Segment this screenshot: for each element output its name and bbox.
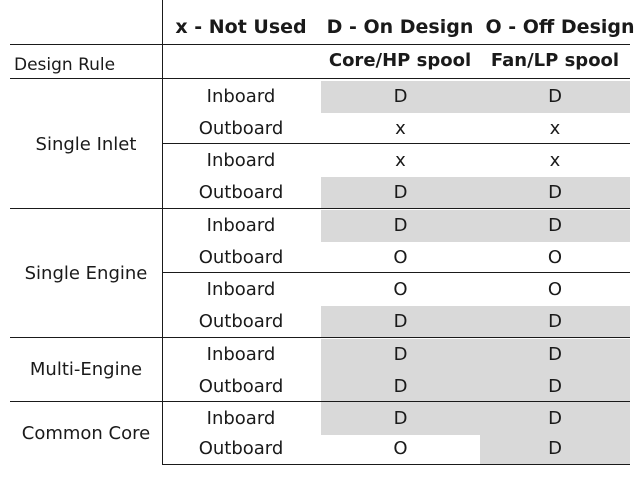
core-value-cell: D (321, 306, 480, 338)
position-cell: Outboard (198, 182, 284, 203)
column-divider (162, 0, 163, 464)
fan-value-cell: D (480, 339, 630, 371)
fan-value-cell: D (480, 210, 630, 242)
core-spool-header: Core/HP spool (328, 50, 472, 71)
fan-spool-header: Fan/LP spool (490, 50, 620, 71)
position-cell: Inboard (206, 86, 276, 107)
row-divider-inlet (162, 143, 630, 144)
position-cell: Inboard (206, 344, 276, 365)
position-cell: Inboard (206, 408, 276, 429)
group-divider-2 (10, 337, 630, 338)
fan-value-cell: D (480, 81, 630, 113)
row-divider-engine (162, 272, 630, 273)
position-cell: Outboard (198, 311, 284, 332)
position-cell: Outboard (198, 438, 284, 459)
core-value-cell: D (321, 210, 480, 242)
design-rule-header: Design Rule (14, 55, 116, 75)
fan-value-cell: x (549, 150, 561, 171)
header-rule-bottom (10, 78, 630, 79)
core-value-cell: D (321, 403, 480, 435)
core-value-cell: x (395, 118, 406, 139)
core-value-cell: x (395, 150, 406, 171)
position-cell: Inboard (206, 279, 276, 300)
fan-value-cell: D (480, 433, 630, 465)
group-label-multi-engine: Multi-Engine (29, 359, 143, 380)
fan-value-cell: D (480, 371, 630, 403)
core-value-cell: O (393, 279, 408, 300)
fan-value-cell: O (547, 279, 563, 300)
legend-off-design: O - Off Design (485, 16, 635, 38)
core-value-cell: D (321, 371, 480, 403)
group-divider-3 (10, 401, 630, 402)
core-value-cell: O (393, 247, 408, 268)
fan-value-cell: D (480, 403, 630, 435)
position-cell: Outboard (198, 247, 284, 268)
position-cell: Inboard (206, 215, 276, 236)
group-label-single-inlet: Single Inlet (35, 134, 137, 155)
position-cell: Outboard (198, 376, 284, 397)
core-value-cell: D (321, 339, 480, 371)
group-divider-1 (10, 208, 630, 209)
fan-value-cell: O (547, 247, 563, 268)
table-bottom-rule (162, 464, 630, 465)
legend-on-design: D - On Design (326, 16, 474, 38)
core-value-cell: O (393, 438, 408, 459)
group-label-common-core: Common Core (21, 423, 151, 444)
fan-value-cell: D (480, 177, 630, 209)
header-rule-top (10, 44, 630, 45)
core-value-cell: D (321, 177, 480, 209)
fan-value-cell: x (549, 118, 561, 139)
position-cell: Inboard (206, 150, 276, 171)
core-value-cell: D (321, 81, 480, 113)
legend-not-used: x - Not Used (175, 16, 307, 38)
fan-value-cell: D (480, 306, 630, 338)
position-cell: Outboard (198, 118, 284, 139)
group-label-single-engine: Single Engine (24, 263, 148, 284)
